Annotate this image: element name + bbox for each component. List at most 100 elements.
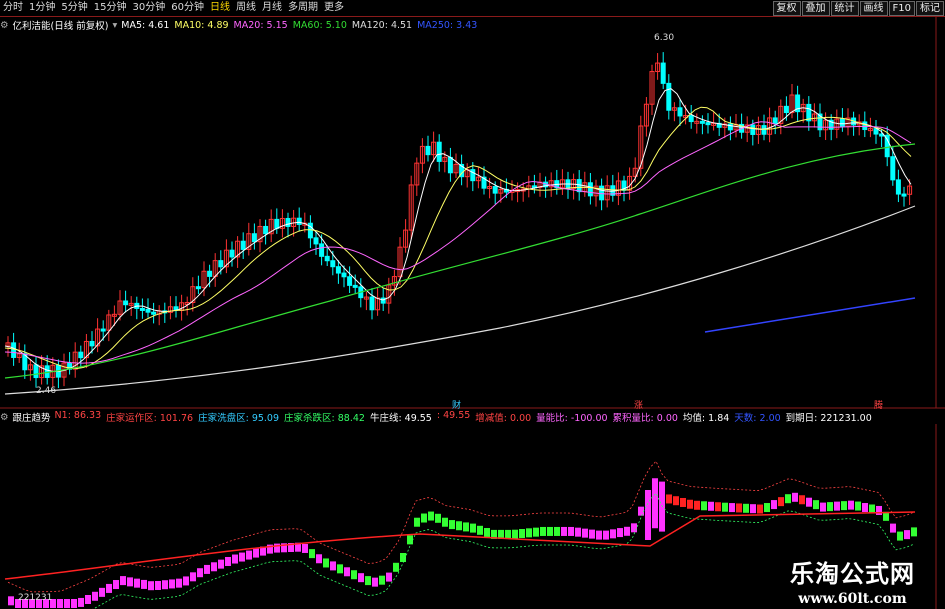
indicator-bar — [645, 490, 651, 540]
candle-body — [240, 240, 246, 250]
indicator-bar — [211, 562, 217, 572]
indicator-bar — [575, 527, 581, 537]
indicator-bar — [239, 552, 245, 562]
indicator-bar — [743, 503, 749, 513]
indicator-bar — [568, 526, 574, 536]
candle-body — [783, 105, 789, 114]
indicator-bar — [715, 502, 721, 512]
candle-body — [436, 141, 442, 162]
indicator-bar — [834, 501, 840, 511]
indicator-bar — [757, 504, 763, 514]
period-tab-2[interactable]: 5分钟 — [58, 0, 90, 16]
indicator-bar — [134, 578, 140, 588]
indicator-legend-item-4: 牛庄线: 49.55 — [369, 413, 432, 424]
candle-body — [313, 237, 319, 245]
ma20-line — [4, 121, 912, 364]
indicator-bar — [113, 580, 119, 590]
toolbar-button-1[interactable]: 叠加 — [801, 1, 830, 16]
indicator-bar — [127, 577, 133, 587]
indicator-bar — [351, 570, 357, 580]
candle-body — [677, 107, 683, 117]
indicator-bar — [162, 580, 168, 590]
indicator-bar — [855, 501, 861, 511]
period-tab-1[interactable]: 1分钟 — [26, 0, 58, 16]
indicator-bar — [792, 492, 798, 502]
candle-body — [341, 272, 347, 278]
indicator-bar — [253, 548, 259, 558]
period-tab-4[interactable]: 30分钟 — [129, 0, 168, 16]
period-tab-7[interactable]: 周线 — [233, 0, 259, 16]
toolbar-button-0[interactable]: 复权 — [772, 1, 801, 16]
indicator-bar — [666, 494, 672, 504]
indicator-bar — [463, 522, 469, 532]
indicator-bar — [246, 550, 252, 560]
watermark-url: www.60lt.com — [798, 591, 907, 607]
period-tab-5[interactable]: 60分钟 — [168, 0, 207, 16]
indicator-bar — [680, 497, 686, 507]
indicator-bar — [435, 513, 441, 523]
toolbar-button-2[interactable]: 统计 — [830, 1, 859, 16]
period-tab-8[interactable]: 月线 — [259, 0, 285, 16]
watermark: 乐淘公式网 www.60lt.com — [790, 554, 915, 607]
candle-body — [296, 217, 302, 225]
indicator-bar — [120, 576, 126, 586]
indicator-bar — [820, 502, 826, 512]
indicator-bar — [540, 526, 546, 536]
candle-body — [447, 156, 453, 174]
indicator-bar — [309, 549, 315, 559]
period-tab-9[interactable]: 多周期 — [285, 0, 321, 16]
candlestick-chart[interactable] — [0, 16, 945, 409]
candle-body — [229, 249, 235, 258]
settings-icon[interactable]: ⚙ — [0, 412, 9, 423]
toolbar-button-3[interactable]: 画线 — [859, 1, 888, 16]
period-toolbar: 分时 1分钟 5分钟 15分钟 30分钟 60分钟 日线 周线 月线 多周期 更多 复权 叠加 统计 画线… — [0, 0, 945, 17]
candle-body — [890, 156, 896, 181]
indicator-bar — [99, 587, 105, 597]
period-tab-6[interactable]: 日线 — [207, 0, 233, 16]
indicator-legend-item-6: 增减值: 0.00 — [475, 413, 532, 424]
candle-body — [218, 260, 224, 268]
indicator-bar — [764, 503, 770, 513]
toolbar-button-5[interactable]: 标记 — [916, 1, 944, 16]
toolbar-right-buttons: 复权 叠加 统计 画线 F10 标记 — [772, 0, 945, 16]
indicator-legend-item-11: 到期日: 221231.00 — [785, 413, 872, 424]
indicator-bar — [106, 583, 112, 593]
indicator-bar — [323, 558, 329, 568]
candle-body — [806, 103, 812, 122]
candle-body — [207, 270, 213, 277]
candle-body — [688, 115, 694, 123]
indicator-bar — [673, 496, 679, 506]
indicator-legend-item-0: N1: 86.33 — [54, 410, 102, 421]
indicator-bar — [141, 579, 147, 589]
candle-body — [425, 145, 431, 156]
candle-body — [599, 185, 605, 201]
period-tab-0[interactable]: 分时 — [0, 0, 26, 16]
sub-legend: ⚙ 跟庄趋势 N1: 86.33 庄家运作区: 101.76 庄家洗盘区: 95.0… — [0, 410, 881, 424]
candle-body — [705, 122, 711, 126]
indicator-bar — [750, 504, 756, 514]
low-label: 2.46 — [36, 386, 57, 396]
candle-body — [352, 284, 358, 288]
candle-body — [139, 307, 145, 311]
indicator-bar — [64, 599, 70, 608]
toolbar-button-4[interactable]: F10 — [888, 1, 915, 16]
indicator-bar — [799, 495, 805, 505]
indicator-bar — [379, 575, 385, 585]
indicator-bar — [519, 529, 525, 539]
indicator-bar — [414, 517, 420, 527]
indicator-bar — [778, 497, 784, 507]
indicator-bar — [330, 561, 336, 571]
indicator-bar — [617, 528, 623, 538]
candle-body — [33, 364, 39, 379]
indicator-legend-item-8: 累积量比: 0.00 — [612, 413, 678, 424]
indicator-bar — [470, 523, 476, 533]
indicator-bar — [477, 525, 483, 535]
candle-body — [750, 124, 756, 135]
period-tab-3[interactable]: 15分钟 — [91, 0, 130, 16]
candle-body — [251, 233, 257, 243]
ma60-line — [4, 143, 916, 379]
candle-body — [666, 82, 672, 111]
candle-body — [369, 296, 375, 311]
indicator-bar — [421, 513, 427, 523]
period-tab-10[interactable]: 更多 — [321, 0, 347, 16]
